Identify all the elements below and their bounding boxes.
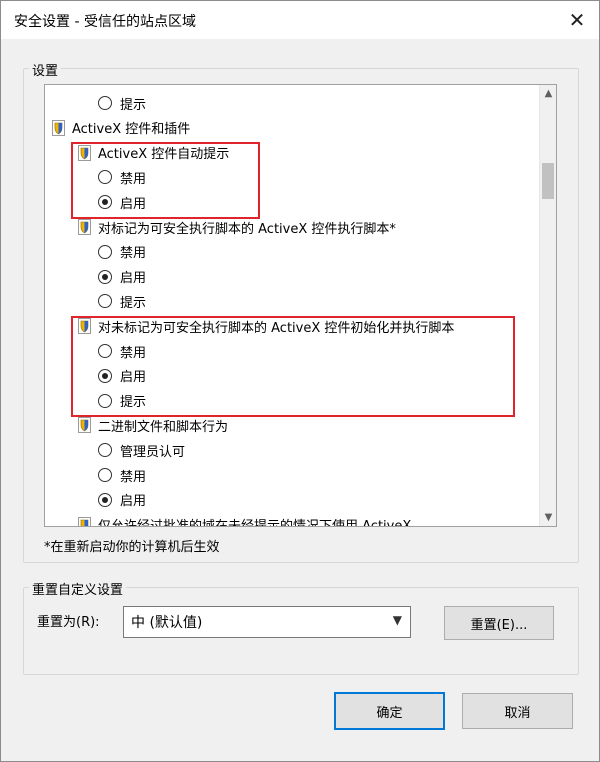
shield-icon <box>78 144 91 161</box>
cancel-button[interactable]: 取消 <box>462 693 573 729</box>
radio-option[interactable]: 启用 <box>98 489 146 511</box>
tree-row-label: 仅允许经过批准的域在未经提示的情况下使用 ActiveX <box>98 519 412 527</box>
radio-unchecked-icon[interactable] <box>98 393 112 408</box>
radio-option[interactable]: 提示 <box>98 390 146 412</box>
radio-option[interactable]: 启用 <box>98 266 146 288</box>
tree-row-label: 启用 <box>120 494 147 510</box>
shield-icon <box>52 119 65 136</box>
tree-row-label: 提示 <box>120 295 147 311</box>
restart-note: *在重新启动你的计算机后生效 <box>44 540 220 555</box>
shield-icon <box>78 516 91 526</box>
reset-level-select[interactable]: 中 (默认值) ▼ <box>123 606 411 638</box>
radio-checked-icon[interactable] <box>98 492 112 507</box>
scroll-down-arrow-icon[interactable]: ▼ <box>540 509 556 526</box>
title-bar: 安全设置 - 受信任的站点区域 ✕ <box>1 1 599 39</box>
shield-icon <box>78 417 91 434</box>
tree-row-label: 对未标记为可安全执行脚本的 ActiveX 控件初始化并执行脚本 <box>98 320 455 336</box>
radio-unchecked-icon[interactable] <box>98 443 112 458</box>
vertical-scrollbar[interactable]: ▲ ▼ <box>539 85 556 526</box>
close-button[interactable]: ✕ <box>555 1 599 39</box>
tree-row-label: ActiveX 控件和插件 <box>72 122 191 138</box>
shield-icon <box>78 219 91 235</box>
scroll-up-arrow-icon[interactable]: ▲ <box>540 85 556 102</box>
radio-option[interactable]: 禁用 <box>98 340 146 362</box>
close-icon: ✕ <box>568 8 586 32</box>
tree-row-label: 禁用 <box>120 171 147 187</box>
tree-row-label: 启用 <box>120 271 147 287</box>
radio-option[interactable]: 禁用 <box>98 464 146 486</box>
tree-row-label: ActiveX 控件自动提示 <box>98 147 230 163</box>
radio-option[interactable]: 提示 <box>98 290 146 312</box>
tree-row-label: 提示 <box>120 395 147 411</box>
tree-heading: 对未标记为可安全执行脚本的 ActiveX 控件初始化并执行脚本 <box>78 315 454 337</box>
radio-checked-icon[interactable] <box>98 195 112 210</box>
radio-option[interactable]: 管理员认可 <box>98 439 185 461</box>
tree-row-label: 对标记为可安全执行脚本的 ActiveX 控件执行脚本* <box>98 221 396 237</box>
tree-row-label: 禁用 <box>120 246 147 262</box>
tree-row-label: 禁用 <box>120 345 147 361</box>
tree-heading: ActiveX 控件自动提示 <box>78 142 229 164</box>
settings-group-label: 设置 <box>29 60 62 79</box>
tree-row-label: 提示 <box>120 97 147 113</box>
cancel-button-label: 取消 <box>504 705 531 721</box>
tree-heading: 对标记为可安全执行脚本的 ActiveX 控件执行脚本* <box>78 216 396 238</box>
reset-level-value: 中 (默认值) <box>131 615 203 631</box>
chevron-down-icon: ▼ <box>392 613 402 627</box>
radio-option[interactable]: 启用 <box>98 365 146 387</box>
radio-unchecked-icon[interactable] <box>98 244 112 259</box>
tree-row-label: 启用 <box>120 370 147 386</box>
settings-tree[interactable]: 提示 ActiveX 控件和插件 ActiveX 控件自动提示 禁用 启用 对标记为可安全… <box>44 84 557 527</box>
radio-unchecked-icon[interactable] <box>98 468 112 482</box>
radio-checked-icon[interactable] <box>98 368 112 383</box>
window-title: 安全设置 - 受信任的站点区域 <box>14 14 196 30</box>
reset-button[interactable]: 重置(E)... <box>444 606 554 640</box>
radio-unchecked-icon[interactable] <box>98 344 112 358</box>
radio-option[interactable]: 提示 <box>98 92 146 114</box>
scroll-thumb[interactable] <box>542 163 554 199</box>
tree-row-label: 禁用 <box>120 469 147 485</box>
tree-heading: 二进制文件和脚本行为 <box>78 414 228 436</box>
radio-unchecked-icon[interactable] <box>98 294 112 309</box>
radio-option[interactable]: 启用 <box>98 191 146 213</box>
radio-unchecked-icon[interactable] <box>98 96 112 110</box>
tree-heading: 仅允许经过批准的域在未经提示的情况下使用 ActiveX <box>78 514 412 527</box>
radio-option[interactable]: 禁用 <box>98 241 146 263</box>
reset-button-label: 重置(E)... <box>470 617 528 633</box>
reset-group-label: 重置自定义设置 <box>29 579 127 598</box>
reset-to-label: 重置为(R): <box>37 615 100 630</box>
tree-row-label: 二进制文件和脚本行为 <box>98 419 229 435</box>
radio-unchecked-icon[interactable] <box>98 170 112 185</box>
security-settings-dialog: 安全设置 - 受信任的站点区域 ✕ 设置 提示 ActiveX 控件和插件 Acti… <box>0 0 600 762</box>
shield-icon <box>78 318 91 335</box>
ok-button-label: 确定 <box>376 705 403 721</box>
ok-button[interactable]: 确定 <box>334 692 445 730</box>
tree-heading: ActiveX 控件和插件 <box>52 117 190 139</box>
radio-option[interactable]: 禁用 <box>98 166 146 188</box>
tree-row-label: 启用 <box>120 196 147 212</box>
radio-checked-icon[interactable] <box>98 269 112 284</box>
tree-row-label: 管理员认可 <box>120 444 186 460</box>
